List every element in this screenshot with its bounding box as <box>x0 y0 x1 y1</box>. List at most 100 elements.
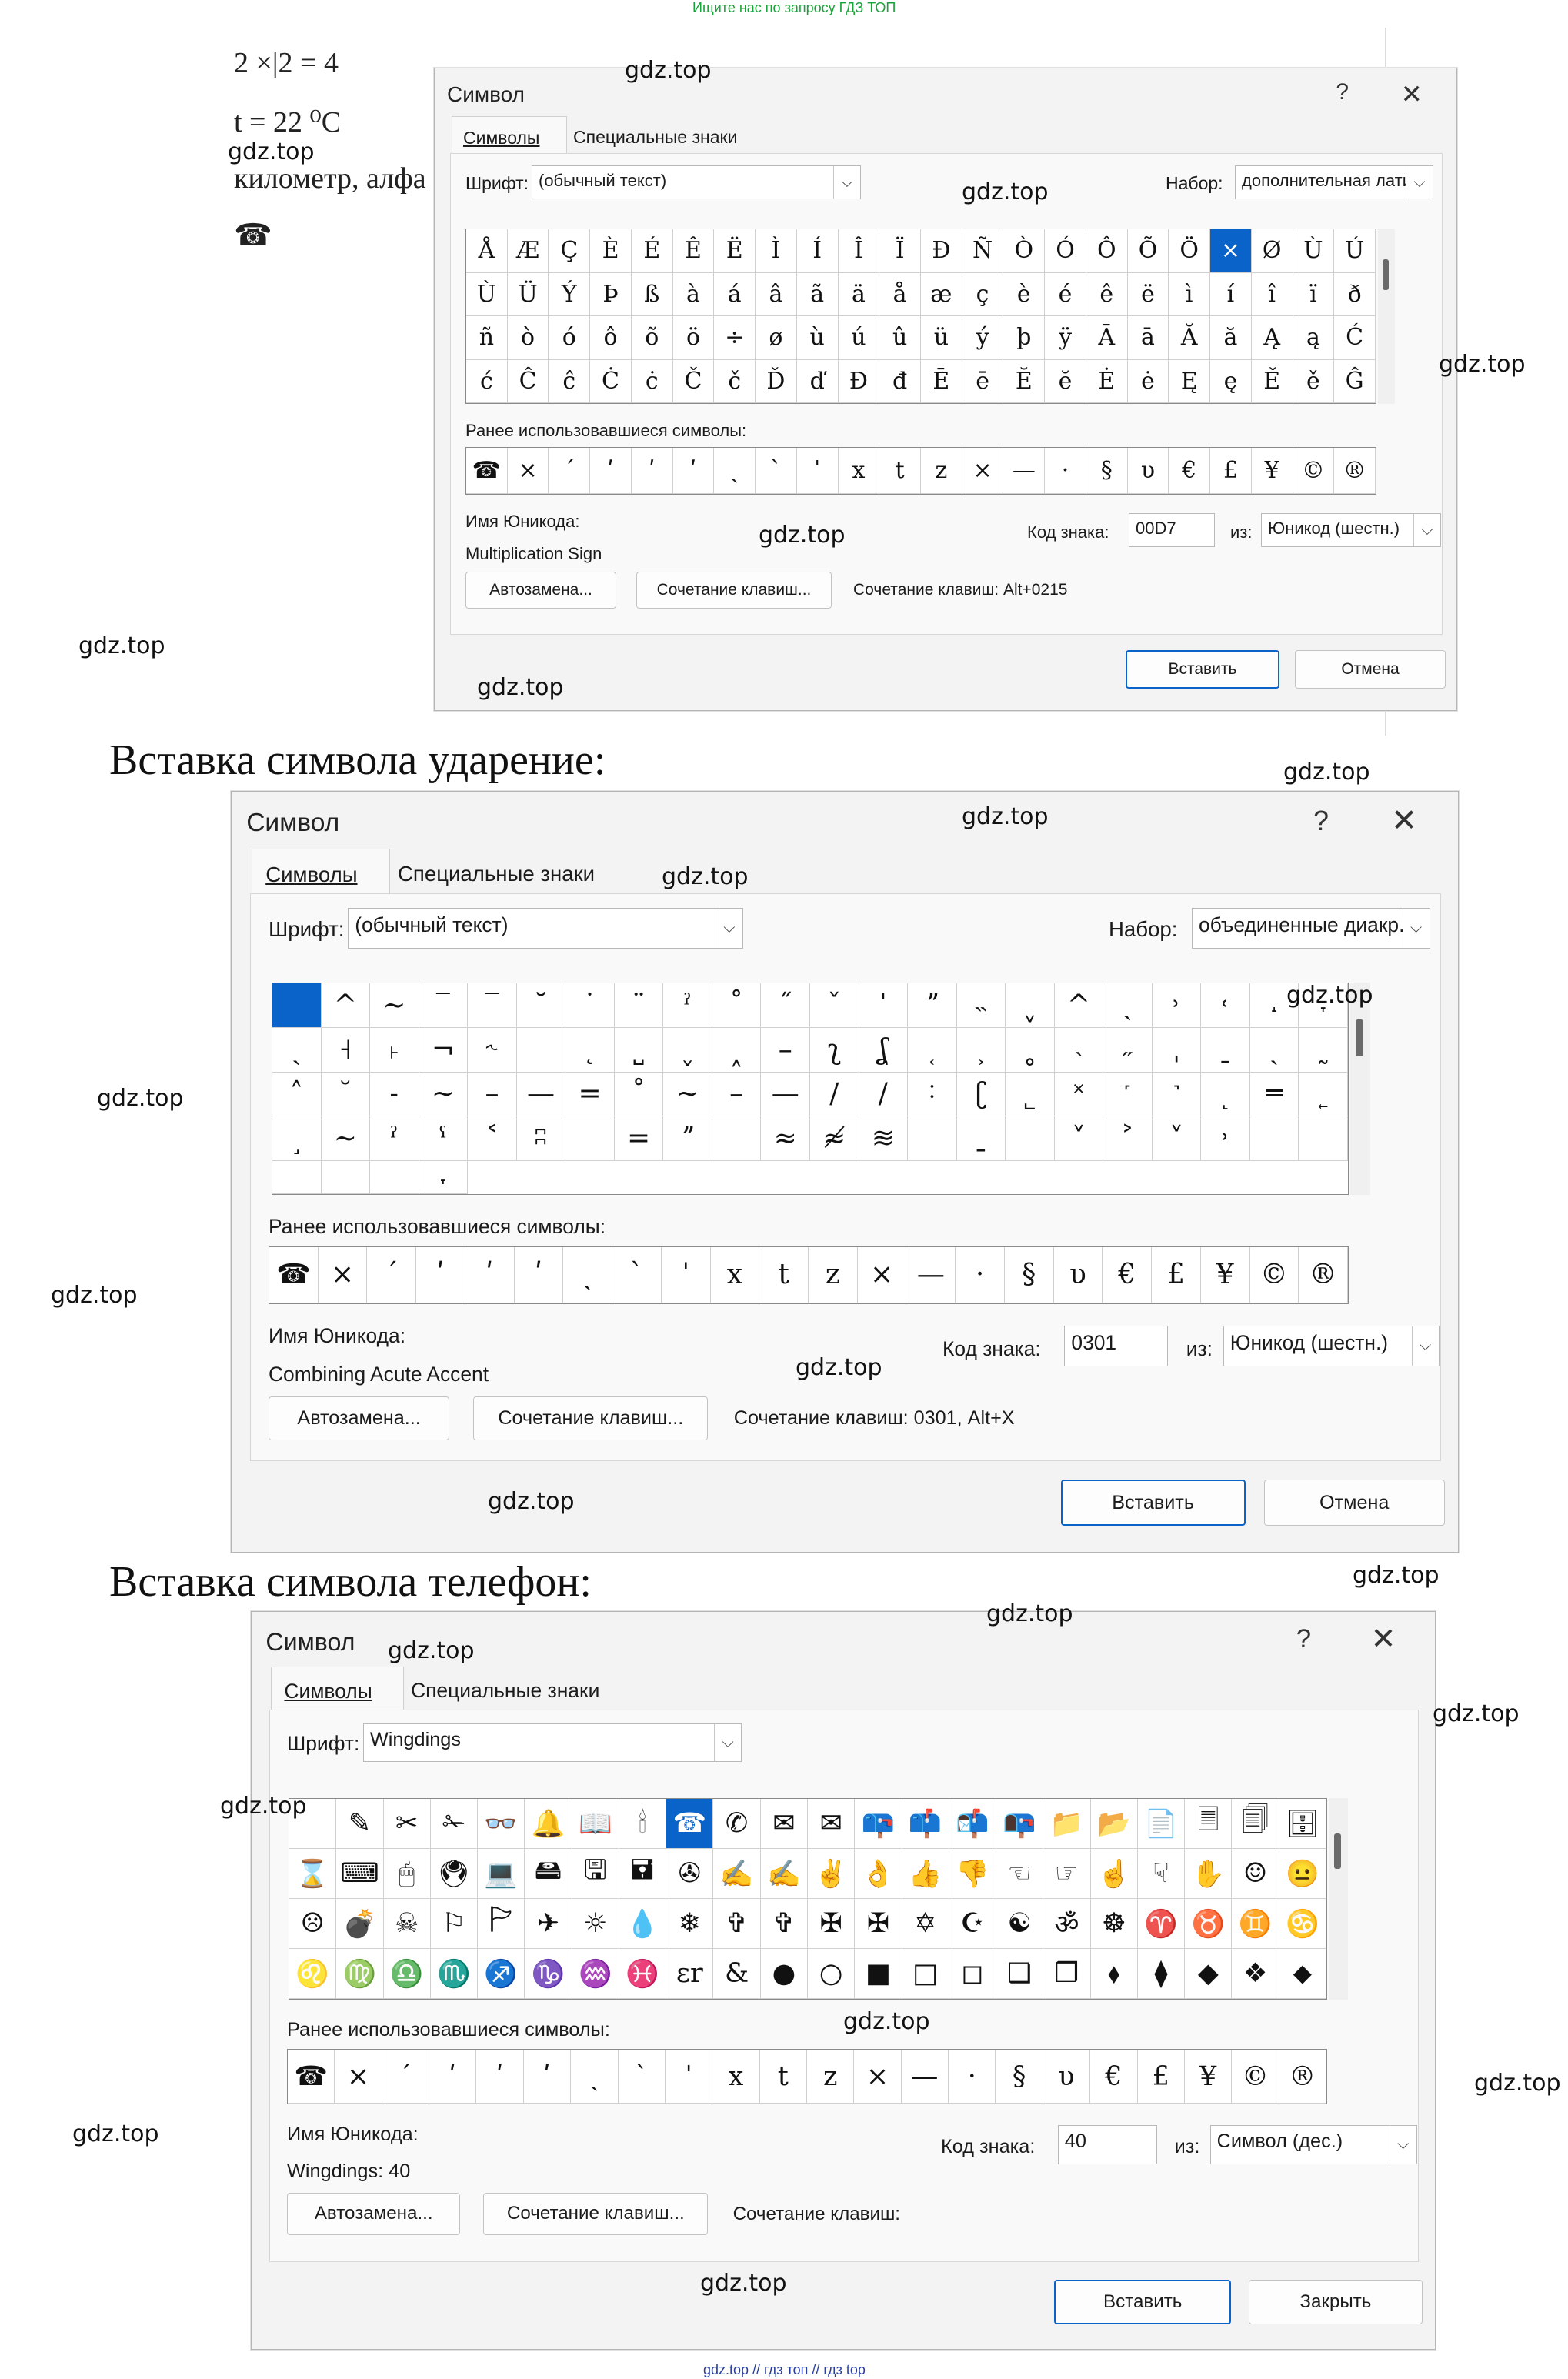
symbol-cell[interactable]: È <box>590 229 632 273</box>
symbol-cell[interactable]: ˞ <box>468 1027 517 1073</box>
recent-symbol-cell[interactable]: ☎ <box>288 2050 335 2104</box>
symbol-cell[interactable]: Ě <box>1251 359 1293 403</box>
recent-symbol-cell[interactable]: — <box>906 1247 956 1303</box>
symbol-cell[interactable]: ☯ <box>996 1899 1044 1949</box>
cancel-button[interactable]: Отмена <box>1263 1480 1445 1526</box>
symbol-cell[interactable]: ✈ <box>525 1899 572 1949</box>
symbol-cell[interactable]: ⌨ <box>336 1849 384 1899</box>
symbol-cell[interactable] <box>516 1027 566 1073</box>
symbol-cell[interactable]: ø <box>756 316 797 360</box>
recent-symbol-cell[interactable]: ʹ <box>416 1247 465 1303</box>
symbol-cell[interactable]: ⧫ <box>1137 1949 1186 1999</box>
recent-symbol-cell[interactable]: × <box>962 448 1004 494</box>
symbol-cell[interactable]: ⬧ <box>1090 1949 1138 1999</box>
symbol-cell[interactable] <box>712 1116 762 1161</box>
symbol-cell[interactable]: ˒ <box>1152 983 1202 1028</box>
symbol-cell[interactable]: ♍ <box>336 1949 384 1999</box>
symbol-cell[interactable]: ♊ <box>1232 1899 1279 1949</box>
symbol-cell[interactable]: ˓ <box>1201 983 1250 1028</box>
symbol-cell[interactable]: ˱ <box>908 1027 957 1073</box>
symbol-cell[interactable]: ė <box>1127 359 1169 403</box>
symbol-cell[interactable]: 🖬 <box>619 1849 667 1899</box>
symbol-cell[interactable]: ˛ <box>565 1027 615 1073</box>
autocorrect-button[interactable]: Автозамена... <box>287 2192 461 2235</box>
symbol-cell[interactable]: Ď <box>756 359 797 403</box>
scrollbar-thumb[interactable] <box>1383 259 1389 290</box>
recent-symbol-cell[interactable]: ® <box>1279 2050 1326 2104</box>
symbol-cell[interactable]: ♏ <box>430 1949 479 1999</box>
symbol-cell[interactable] <box>1249 1116 1299 1161</box>
symbol-cell[interactable]: ˯ <box>663 1027 712 1073</box>
symbol-cell[interactable]: 📭 <box>996 1799 1044 1849</box>
recent-symbol-cell[interactable]: · <box>1045 448 1086 494</box>
char-code-input[interactable]: 0301 <box>1064 1326 1168 1367</box>
symbol-cell[interactable]: č <box>714 359 756 403</box>
symbol-cell[interactable]: ☹ <box>289 1899 337 1949</box>
symbol-cell[interactable]: ˰ <box>712 1027 762 1073</box>
recent-symbol-cell[interactable]: t <box>759 2050 807 2104</box>
symbol-cell[interactable]: ✋ <box>1185 1849 1233 1899</box>
symbol-cell[interactable]: – <box>761 1027 810 1073</box>
recent-symbol-cell[interactable]: ¥ <box>1200 1247 1250 1303</box>
symbol-cell[interactable]: ‾ <box>419 983 469 1028</box>
symbol-cell[interactable]: 🖫 <box>572 1849 619 1899</box>
symbol-cell[interactable]: ĕ <box>1045 359 1086 403</box>
symbol-cell[interactable]: ✡ <box>902 1899 949 1949</box>
symbol-cell[interactable]: ■ <box>855 1949 902 1999</box>
recent-symbol-cell[interactable]: x <box>712 2050 760 2104</box>
symbol-cell[interactable]: Ð <box>920 229 962 273</box>
symbol-cell[interactable]: ¬ <box>419 1027 469 1073</box>
symbol-cell[interactable]: ć <box>466 359 508 403</box>
recent-symbol-cell[interactable]: ˈ <box>665 2050 713 2104</box>
symbol-cell[interactable]: ✉ <box>808 1799 856 1849</box>
symbol-cell[interactable]: ˿ <box>1299 1072 1348 1117</box>
symbol-cell[interactable]: Ô <box>1086 229 1128 273</box>
scrollbar-thumb[interactable] <box>1356 1019 1363 1056</box>
symbol-cell[interactable]: ý <box>962 316 1004 360</box>
recent-symbol-cell[interactable]: — <box>1003 448 1046 494</box>
symbol-cell[interactable] <box>908 1116 957 1161</box>
symbol-cell[interactable]: 👌 <box>855 1849 902 1899</box>
symbol-cell[interactable]: ✌ <box>808 1849 856 1899</box>
symbol-cell[interactable]: ˵ <box>956 983 1006 1028</box>
recent-symbol-cell[interactable]: ʹ <box>514 1247 564 1303</box>
recent-symbol-cell[interactable]: ¥ <box>1184 2050 1233 2104</box>
symbol-cell[interactable]: ú <box>838 316 880 360</box>
symbol-cell[interactable]: Ø <box>1251 229 1293 273</box>
symbol-cell[interactable]: ˈ <box>859 983 909 1028</box>
recent-symbol-cell[interactable]: z <box>808 1247 858 1303</box>
cancel-button[interactable]: Закрыть <box>1249 2280 1423 2324</box>
recent-symbol-cell[interactable]: × <box>335 2050 382 2104</box>
symbol-cell[interactable]: – <box>468 1072 517 1117</box>
symbol-cell[interactable]: Ā <box>1086 316 1128 360</box>
symbol-cell[interactable]: Ĉ <box>507 359 549 403</box>
tab-special-chars[interactable]: Специальные знаки <box>573 127 737 148</box>
recent-symbol-cell[interactable]: ® <box>1299 1247 1348 1303</box>
symbol-cell[interactable]: ∼ <box>419 1072 469 1117</box>
recent-symbol-cell[interactable]: € <box>1169 448 1211 494</box>
recent-symbol-cell[interactable]: ˋ <box>618 2050 666 2104</box>
recent-symbol-cell[interactable]: υ <box>1043 2050 1091 2104</box>
symbol-grid-scrollbar[interactable] <box>1329 1798 1349 2000</box>
symbol-cell[interactable]: ⌛ <box>289 1849 337 1899</box>
symbol-cell[interactable]: ˅ <box>1152 1116 1202 1161</box>
recent-symbol-cell[interactable]: ˊ <box>549 448 591 494</box>
symbol-cell[interactable]: ç <box>962 272 1004 316</box>
symbol-cell[interactable]: Ă <box>1169 316 1211 360</box>
recent-symbol-cell[interactable]: ☎ <box>269 1247 319 1303</box>
symbol-cell[interactable]: ˚ <box>614 1072 664 1117</box>
symbol-cell[interactable]: ✆ <box>713 1799 761 1849</box>
symbol-cell[interactable]: ✁ <box>430 1799 479 1849</box>
symbol-cell[interactable]: ^ <box>1054 983 1104 1028</box>
tab-special-chars[interactable]: Специальные знаки <box>411 1679 599 1703</box>
symbol-grid-scrollbar[interactable] <box>1350 983 1371 1195</box>
recent-symbol-cell[interactable]: ˊ <box>367 1247 417 1303</box>
symbol-cell[interactable]: Î <box>838 229 880 273</box>
symbol-cell[interactable]: ◻ <box>949 1949 997 1999</box>
symbol-cell[interactable]: ď <box>796 359 839 403</box>
symbol-cell[interactable]: Þ <box>590 272 632 316</box>
recent-symbol-cell[interactable]: υ <box>1053 1247 1103 1303</box>
recent-symbol-cell[interactable]: ʹ <box>631 448 673 494</box>
symbol-cell[interactable]: ċ <box>631 359 673 403</box>
symbol-cell[interactable]: 📁 <box>1043 1799 1091 1849</box>
